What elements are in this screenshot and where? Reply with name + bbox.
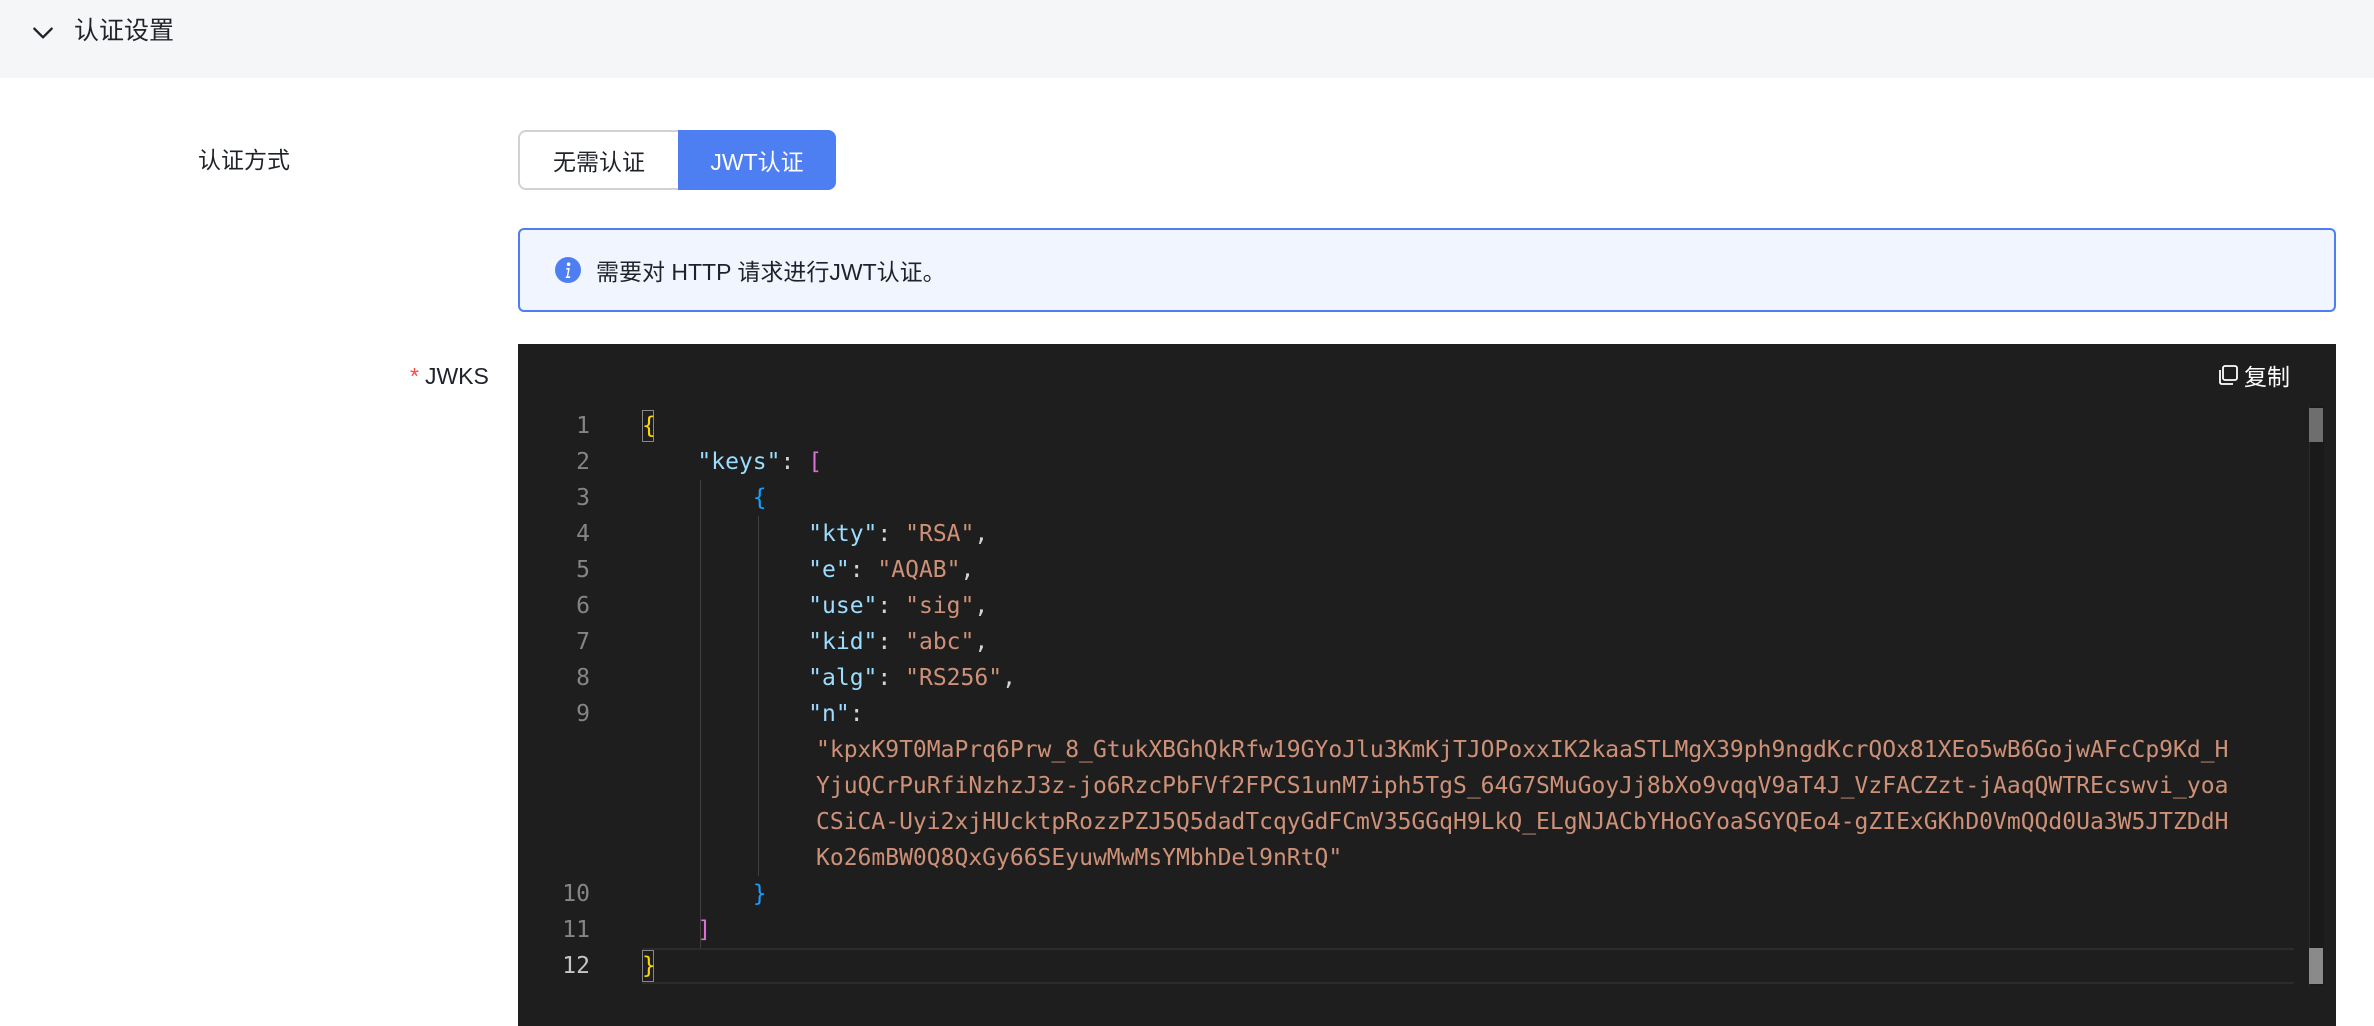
code-line: "use": "sig", (808, 593, 989, 619)
code-line: } (642, 953, 656, 979)
vertical-scrollbar[interactable] (2309, 406, 2324, 986)
code-line-wrap: CSiCA-Uyi2xjHUcktpRozzPZJ5Q5dadTcqyGdFCm… (816, 809, 2229, 835)
section-title: 认证设置 (74, 17, 175, 45)
code-line-wrap: Ko26mBW0Q8QxGy66SEyuwMwMsYMbhDel9nRtQ" (816, 845, 1343, 871)
no-auth-option[interactable]: 无需认证 (518, 130, 678, 190)
current-line-highlight (642, 948, 2294, 984)
code-area[interactable]: { "keys": [ { "kty": "RSA", "e": "AQAB",… (518, 344, 2298, 1026)
alert-text: 需要对 HTTP 请求进行JWT认证。 (596, 259, 946, 285)
scrollbar-thumb[interactable] (2309, 408, 2323, 442)
info-icon (555, 257, 581, 283)
code-line-wrap: "kpxK9T0MaPrq6Prw_8_GtukXBGhQkRfw19GYoJl… (816, 737, 2229, 763)
jwt-auth-option[interactable]: JWT认证 (678, 130, 836, 190)
jwks-label: * JWKS (410, 359, 489, 393)
auth-method-label: 认证方式 (198, 147, 290, 173)
code-line: ] (697, 917, 712, 943)
code-line: "alg": "RS256", (808, 665, 1016, 691)
auth-method-segmented-control: 无需认证 JWT认证 (518, 130, 836, 190)
jwks-code-editor[interactable]: 复制 1 2 3 4 5 6 7 8 9 10 11 12 { "keys": … (518, 344, 2336, 1026)
section-header[interactable]: 认证设置 (0, 0, 2374, 78)
code-line: { (642, 413, 656, 439)
scrollbar-cursor-marker (2309, 948, 2323, 984)
code-line: "kid": "abc", (808, 629, 989, 655)
required-mark: * (410, 363, 419, 389)
code-line: { (752, 485, 767, 511)
chevron-down-icon[interactable] (30, 20, 56, 46)
code-line: } (752, 881, 767, 907)
code-line: "kty": "RSA", (808, 521, 989, 547)
jwks-label-text: JWKS (424, 363, 489, 389)
code-line: "n": (808, 701, 864, 727)
code-line: "e": "AQAB", (808, 557, 975, 583)
code-line: "keys": [ (697, 449, 823, 475)
info-alert: 需要对 HTTP 请求进行JWT认证。 (518, 228, 2336, 312)
code-line-wrap: YjuQCrPuRfiNzhzJ3z-jo6RzcPbFVf2FPCS1unM7… (816, 773, 2229, 799)
